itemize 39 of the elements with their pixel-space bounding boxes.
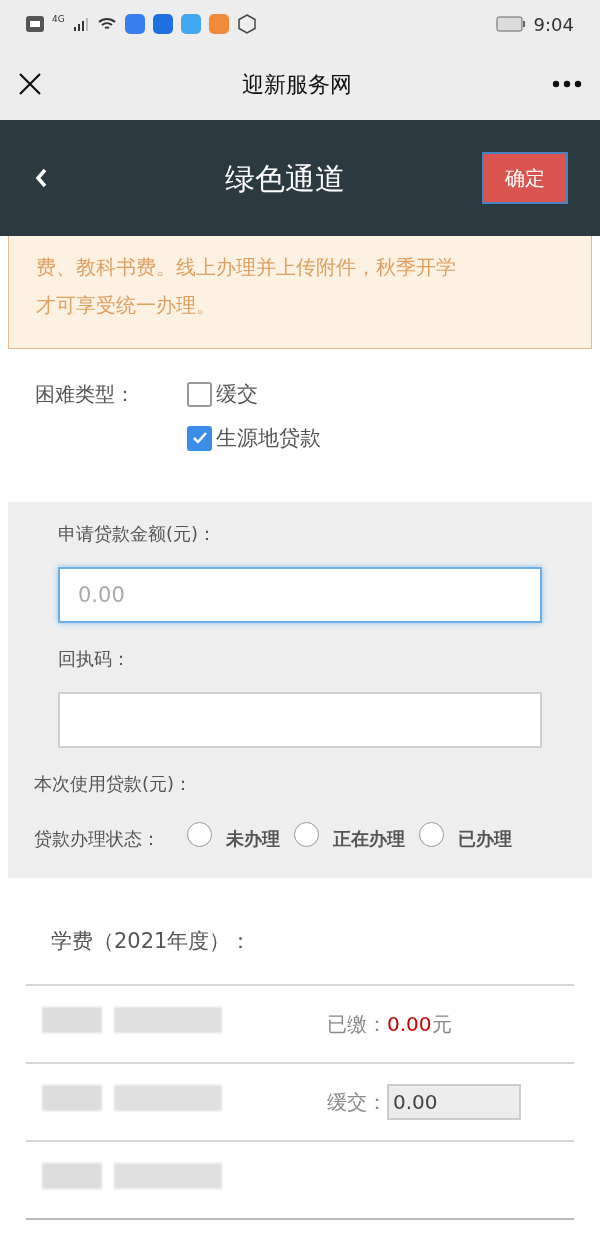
radio-button[interactable]	[294, 822, 319, 847]
input-field[interactable]	[58, 692, 542, 748]
battery-icon	[495, 16, 526, 32]
radio-button[interactable]	[419, 822, 444, 847]
radio-label: 正在办理	[333, 827, 405, 851]
checkbox-label: 缓交	[216, 381, 258, 408]
wifi-icon	[96, 16, 117, 32]
fee-label: 缓交：	[327, 1088, 387, 1116]
checkbox[interactable]	[187, 425, 212, 451]
page-title: 迎新服务网	[242, 70, 352, 99]
radio-button[interactable]	[187, 822, 212, 847]
header-title: 绿色通道	[225, 159, 345, 198]
notice-text: 费、教科书费。线上办理并上传附件，秋季开学	[36, 254, 457, 281]
field-label: 困难类型：	[35, 381, 136, 408]
app-icon	[180, 14, 201, 34]
currency-unit: 元	[431, 1010, 452, 1038]
radio-label: 已办理	[458, 827, 512, 851]
close-icon[interactable]	[18, 72, 42, 96]
confirm-button[interactable]: 确定	[482, 152, 568, 204]
input-field[interactable]: 0.00	[387, 1083, 521, 1120]
more-icon[interactable]	[552, 80, 582, 88]
fee-amount: 0.00	[387, 1010, 432, 1038]
check-icon	[191, 431, 208, 446]
field-label: 回执码：	[58, 647, 131, 671]
signal-icon	[72, 17, 89, 31]
notice-text: 才可享受统一办理。	[36, 292, 217, 319]
radio-label: 未办理	[226, 827, 280, 851]
checkbox-label: 生源地贷款	[216, 424, 321, 452]
app-icon	[124, 14, 145, 34]
checkbox[interactable]	[187, 382, 212, 408]
field-label: 申请贷款金额(元)：	[58, 522, 218, 546]
section-title: 学费（2021年度）：	[50, 928, 253, 955]
fee-label: 已缴：	[327, 1010, 387, 1038]
back-icon[interactable]	[34, 167, 48, 189]
network-label: 4G	[52, 13, 65, 27]
clock: 9:04	[533, 12, 574, 37]
input-field[interactable]: 0.00	[58, 567, 542, 623]
field-label: 贷款办理状态：	[34, 827, 161, 851]
field-label: 本次使用贷款(元)：	[34, 772, 194, 796]
